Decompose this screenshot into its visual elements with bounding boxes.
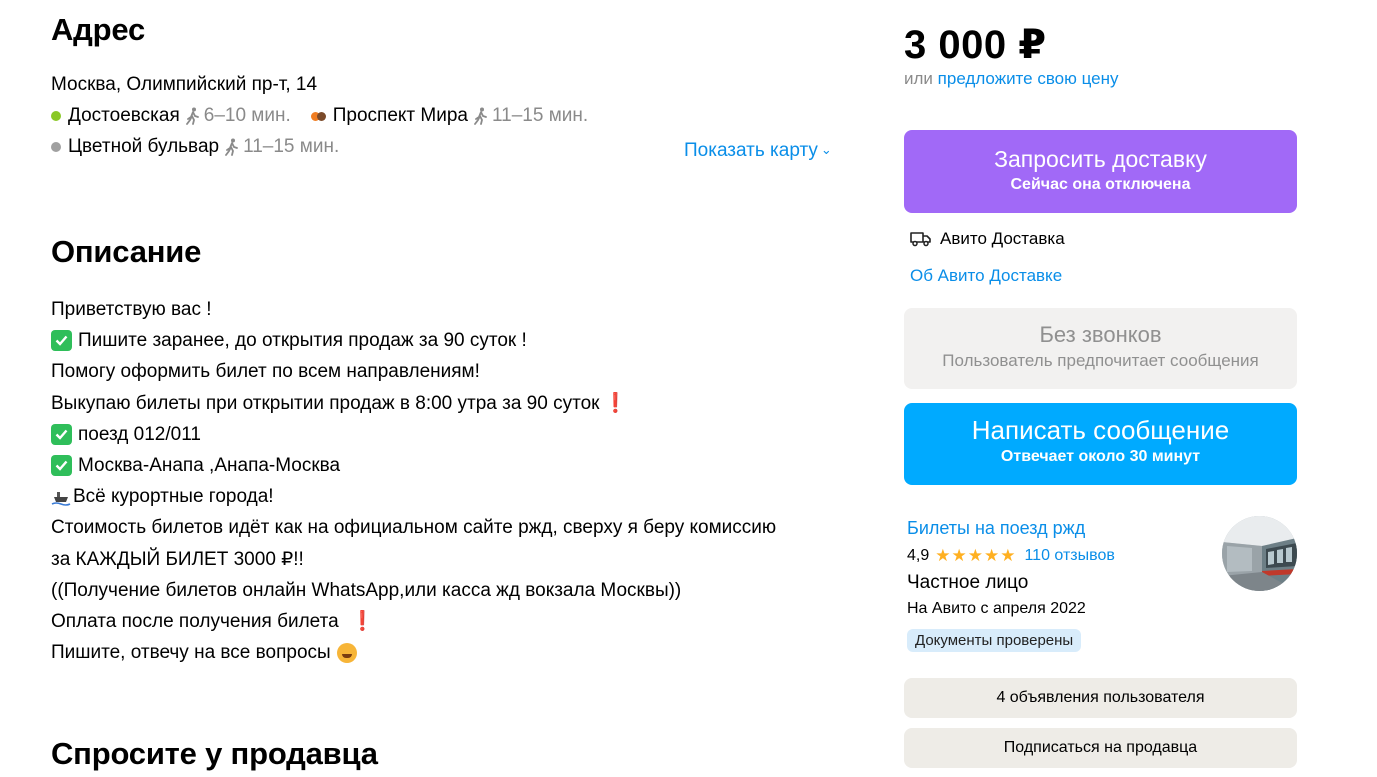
seller-type: Частное лицо — [907, 572, 1029, 593]
write-message-sublabel: Отвечает около 30 минут — [1000, 448, 1201, 465]
ship-icon — [51, 491, 71, 506]
walk-time-text: 11–15 мин. — [491, 105, 589, 126]
description-line: за КАЖДЫЙ БИЛЕТ 3000 ₽!! — [51, 548, 304, 570]
request-delivery-button[interactable]: Запросить доставку Сейчас она отключена — [904, 130, 1297, 213]
hugging-face-icon — [336, 642, 357, 663]
description-text: Приветствую вас ! Пишите заранее, до отк… — [51, 294, 776, 668]
metro-station-tsvetnoy-bulvar: Цветной бульвар 11–15 мин. — [51, 136, 339, 158]
description-line: Москва-Анапа ,Анапа-Москва — [51, 450, 776, 481]
show-map-link[interactable]: Показать карту ⌄ — [684, 140, 832, 162]
metro-station-dostoevskaya: Достоевская 6–10 мин. — [51, 105, 291, 127]
description-heading: Описание — [51, 234, 202, 269]
star-rating-icon: ★★★★★ — [935, 546, 1017, 565]
description-line: Стоимость билетов идёт как на официально… — [51, 517, 777, 539]
no-calls-label: Без звонков — [1039, 322, 1162, 347]
description-line: Пишите, отвечу на все вопросы — [51, 637, 776, 668]
seller-avatar[interactable] — [1222, 516, 1297, 591]
avito-delivery-info: Авито Доставка — [910, 229, 1065, 249]
avito-delivery-label: Авито Доставка — [940, 229, 1065, 248]
walking-person-icon — [225, 138, 238, 156]
offer-prefix: или — [904, 69, 933, 88]
metro-station-name: Проспект Мира — [332, 105, 468, 126]
seller-since: На Авито с апреля 2022 — [907, 600, 1086, 617]
documents-verified-badge: Документы проверены — [907, 629, 1082, 652]
no-calls-button: Без звонков Пользователь предпочитает со… — [904, 308, 1297, 389]
description-line: Пишите заранее, до открытия продаж за 90… — [51, 325, 776, 356]
metro-row: Цветной бульвар 11–15 мин. — [51, 136, 359, 158]
no-calls-sublabel: Пользователь предпочитает сообщения — [942, 351, 1259, 370]
offer-price-link[interactable]: предложите свою цену — [938, 69, 1119, 88]
seller-name-link[interactable]: Билеты на поезд ржд — [907, 518, 1085, 539]
metro-line-dot — [51, 111, 61, 121]
price: 3 000 ₽ — [904, 23, 1047, 67]
metro-station-name: Достоевская — [68, 105, 180, 126]
subscribe-seller-button[interactable]: Подписаться на продавца — [904, 728, 1297, 768]
offer-price-line: или предложите свою цену — [904, 69, 1119, 89]
walk-time: 6–10 мин. — [185, 105, 291, 127]
request-delivery-label: Запросить доставку — [994, 146, 1207, 172]
metro-row: Достоевская 6–10 мин. Проспект Мира 11–1… — [51, 105, 608, 127]
metro-station-prospekt-mira: Проспект Мира 11–15 мин. — [310, 105, 588, 127]
metro-line-dot — [51, 142, 61, 152]
walk-time-text: 6–10 мин. — [203, 105, 291, 126]
check-mark-icon — [51, 423, 72, 445]
request-delivery-sublabel: Сейчас она отключена — [1010, 176, 1191, 193]
exclamation-icon: ❗ — [603, 392, 628, 414]
exclamation-icon: ❗ — [350, 610, 375, 632]
address-line: Москва, Олимпийский пр-т, 14 — [51, 74, 318, 95]
check-mark-icon — [51, 330, 72, 352]
address-heading: Адрес — [51, 12, 146, 47]
walking-person-icon — [474, 107, 487, 125]
description-line: Помогу оформить билет по всем направлени… — [51, 361, 480, 383]
description-line: поезд 012/011 — [51, 419, 776, 450]
metro-station-name: Цветной бульвар — [68, 136, 220, 157]
check-mark-icon — [51, 455, 72, 477]
walking-person-icon — [185, 107, 199, 125]
chevron-down-icon: ⌄ — [820, 142, 832, 157]
walk-time-text: 11–15 мин. — [243, 136, 340, 157]
description-line: Выкупаю билеты при открытии продаж в 8:0… — [51, 388, 776, 419]
write-message-label: Написать сообщение — [971, 415, 1230, 445]
user-ads-button[interactable]: 4 объявления пользователя — [904, 678, 1297, 718]
description-line: Приветствую вас ! — [51, 299, 212, 320]
description-line: Всё курортные города! — [51, 481, 776, 512]
description-line: Оплата после получения билета ❗ — [51, 606, 776, 637]
about-delivery-link[interactable]: Об Авито Доставке — [910, 266, 1062, 286]
write-message-button[interactable]: Написать сообщение Отвечает около 30 мин… — [904, 403, 1297, 485]
description-line: ((Получение билетов онлайн WhatsApp,или … — [51, 579, 682, 601]
metro-line-dots — [310, 111, 326, 121]
walk-time: 11–15 мин. — [474, 105, 588, 127]
seller-rating: 4,9 ★★★★★ 110 отзывов — [907, 546, 1115, 566]
truck-icon — [910, 232, 931, 247]
walk-time: 11–15 мин. — [225, 136, 339, 158]
ask-seller-heading: Спросите у продавца — [51, 736, 378, 771]
show-map-label: Показать карту — [684, 140, 818, 161]
rating-value: 4,9 — [907, 547, 930, 564]
reviews-link[interactable]: 110 отзывов — [1024, 547, 1114, 565]
